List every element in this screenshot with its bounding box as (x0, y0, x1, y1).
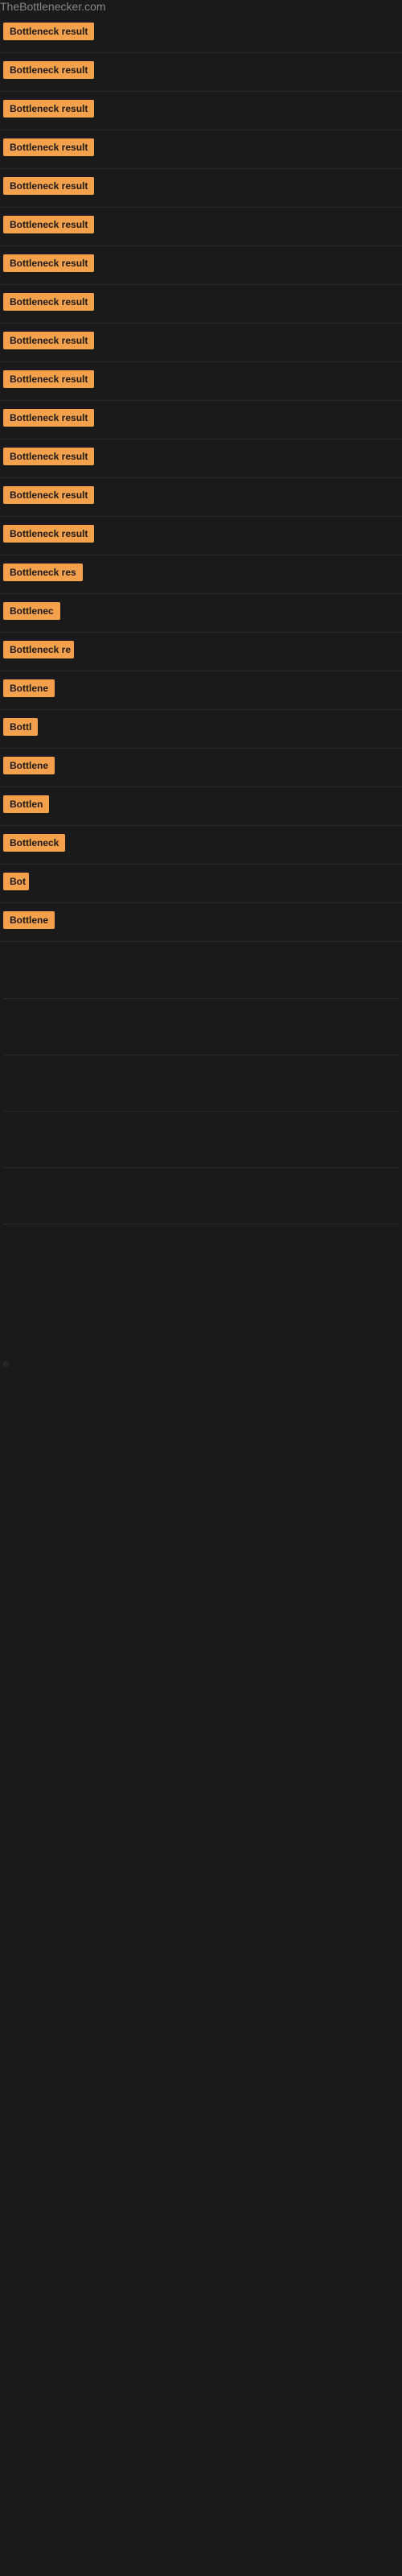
list-item: Bottlene (0, 903, 402, 942)
footer-label: © (0, 1360, 402, 1368)
list-item: Bottleneck result (0, 362, 402, 401)
bottleneck-badge[interactable]: Bottleneck result (3, 216, 94, 233)
bottleneck-badge[interactable]: Bottl (3, 718, 38, 736)
list-item: Bottleneck result (0, 517, 402, 555)
bottleneck-list: Bottleneck result Bottleneck result Bottle… (0, 14, 402, 942)
bottleneck-badge[interactable]: Bottleneck result (3, 61, 94, 79)
list-item: Bottleneck result (0, 478, 402, 517)
list-item: Bottleneck result (0, 208, 402, 246)
list-item: Bottlene (0, 749, 402, 787)
list-item: Bottlen (0, 787, 402, 826)
bottom-section (0, 974, 402, 1296)
bottleneck-badge[interactable]: Bottleneck result (3, 23, 94, 40)
list-item: Bottlene (0, 671, 402, 710)
bottleneck-badge[interactable]: Bottleneck re (3, 641, 74, 658)
bottleneck-badge[interactable]: Bot (3, 873, 29, 890)
bottleneck-badge[interactable]: Bottleneck result (3, 448, 94, 465)
bottleneck-badge[interactable]: Bottleneck result (3, 486, 94, 504)
bottleneck-badge[interactable]: Bottleneck result (3, 100, 94, 118)
bottleneck-badge[interactable]: Bottleneck result (3, 409, 94, 427)
divider-4 (3, 1167, 399, 1216)
list-item: Bot (0, 865, 402, 903)
bottleneck-badge[interactable]: Bottleneck result (3, 138, 94, 156)
list-item: Bottleneck result (0, 324, 402, 362)
list-item: Bottleneck result (0, 92, 402, 130)
list-item: Bottleneck result (0, 130, 402, 169)
list-item: Bottleneck res (0, 555, 402, 594)
list-item: Bottl (0, 710, 402, 749)
bottleneck-badge[interactable]: Bottleneck result (3, 332, 94, 349)
list-item: Bottleneck result (0, 246, 402, 285)
list-item: Bottleneck result (0, 401, 402, 440)
bottleneck-badge[interactable]: Bottlene (3, 911, 55, 929)
bottleneck-badge[interactable]: Bottleneck result (3, 254, 94, 272)
divider-1 (3, 998, 399, 1046)
bottleneck-badge[interactable]: Bottleneck result (3, 370, 94, 388)
bottleneck-badge[interactable]: Bottleneck result (3, 293, 94, 311)
bottleneck-badge[interactable]: Bottleneck result (3, 525, 94, 543)
bottleneck-badge[interactable]: Bottleneck (3, 834, 65, 852)
list-item: Bottleneck result (0, 14, 402, 53)
list-item: Bottleneck (0, 826, 402, 865)
bottleneck-badge[interactable]: Bottleneck result (3, 177, 94, 195)
divider-2 (3, 1055, 399, 1103)
list-item: Bottleneck result (0, 285, 402, 324)
list-item: Bottleneck re (0, 633, 402, 671)
list-item: Bottleneck result (0, 440, 402, 478)
bottleneck-badge[interactable]: Bottlene (3, 757, 55, 774)
list-item: Bottleneck result (0, 53, 402, 92)
divider-5 (3, 1224, 399, 1272)
list-item: Bottleneck result (0, 169, 402, 208)
bottleneck-badge[interactable]: Bottlene (3, 679, 55, 697)
bottleneck-badge[interactable]: Bottlenec (3, 602, 60, 620)
site-header: TheBottlenecker.com (0, 0, 402, 14)
bottleneck-badge[interactable]: Bottlen (3, 795, 49, 813)
list-item: Bottlenec (0, 594, 402, 633)
divider-3 (3, 1111, 399, 1159)
bottleneck-badge[interactable]: Bottleneck res (3, 564, 83, 581)
